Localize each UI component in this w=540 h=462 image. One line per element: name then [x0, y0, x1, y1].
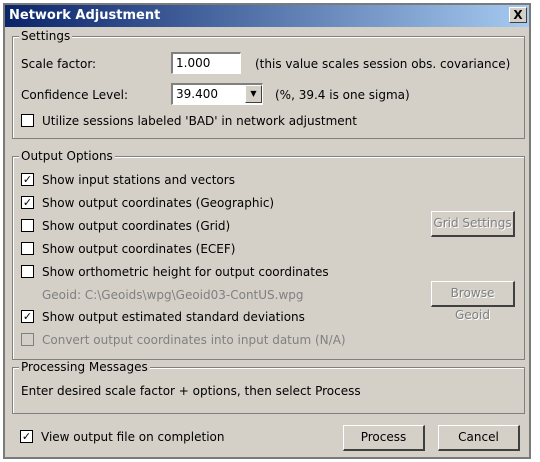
- view-output-checkbox[interactable]: ✓: [20, 430, 33, 443]
- settings-legend: Settings: [19, 29, 73, 43]
- option-input-stations-row[interactable]: ✓ Show input stations and vectors: [21, 173, 235, 187]
- process-button[interactable]: Process: [343, 425, 425, 451]
- title-bar[interactable]: Network Adjustment X: [5, 5, 529, 27]
- output-options-legend: Output Options: [19, 149, 115, 163]
- confidence-level-hint: (%, 39.4 is one sigma): [275, 88, 410, 102]
- option-ecef-label: Show output coordinates (ECEF): [42, 242, 236, 256]
- option-ecef-row[interactable]: Show output coordinates (ECEF): [21, 242, 235, 256]
- option-geographic-label: Show output coordinates (Geographic): [42, 196, 275, 210]
- option-orthometric-row[interactable]: Show orthometric height for output coord…: [21, 265, 329, 279]
- cancel-button[interactable]: Cancel: [438, 425, 520, 451]
- option-ecef-checkbox[interactable]: [21, 242, 34, 255]
- option-convert-datum-row: Convert output coordinates into input da…: [21, 333, 346, 347]
- utilize-bad-label: Utilize sessions labeled 'BAD' in networ…: [42, 114, 357, 128]
- option-input-stations-checkbox[interactable]: ✓: [21, 173, 34, 186]
- confidence-level-combo[interactable]: 39.400 ▼: [171, 83, 263, 105]
- option-grid-row[interactable]: Show output coordinates (Grid): [21, 219, 230, 233]
- output-options-group: Output Options ✓ Show input stations and …: [12, 149, 525, 360]
- confidence-level-label: Confidence Level:: [21, 88, 129, 102]
- processing-message-text: Enter desired scale factor + options, th…: [21, 384, 361, 398]
- dialog-title: Network Adjustment: [9, 8, 161, 23]
- settings-group: Settings Scale factor: 1.000 (this value…: [12, 29, 525, 139]
- option-input-stations-label: Show input stations and vectors: [42, 173, 235, 187]
- option-orthometric-checkbox[interactable]: [21, 265, 34, 278]
- confidence-level-value: 39.400: [176, 87, 218, 101]
- grid-settings-button[interactable]: Grid Settings: [431, 211, 515, 237]
- option-grid-checkbox[interactable]: [21, 219, 34, 232]
- option-geographic-checkbox[interactable]: ✓: [21, 196, 34, 209]
- scale-factor-input[interactable]: 1.000: [171, 52, 241, 74]
- dropdown-arrow-icon[interactable]: ▼: [245, 85, 262, 103]
- geoid-path-text: Geoid: C:\Geoids\wpg\Geoid03-ContUS.wpg: [42, 288, 304, 302]
- browse-geoid-button[interactable]: Browse Geoid: [431, 281, 515, 322]
- option-std-dev-label: Show output estimated standard deviation…: [42, 310, 305, 324]
- option-grid-label: Show output coordinates (Grid): [42, 219, 231, 233]
- option-convert-datum-checkbox: [21, 333, 34, 346]
- network-adjustment-dialog: Network Adjustment X Settings Scale fact…: [3, 3, 531, 459]
- scale-factor-label: Scale factor:: [21, 57, 97, 71]
- option-geographic-row[interactable]: ✓ Show output coordinates (Geographic): [21, 196, 274, 210]
- processing-messages-group: Processing Messages Enter desired scale …: [12, 360, 525, 414]
- option-orthometric-label: Show orthometric height for output coord…: [42, 265, 329, 279]
- option-std-dev-row[interactable]: ✓ Show output estimated standard deviatio…: [21, 310, 305, 324]
- option-std-dev-checkbox[interactable]: ✓: [21, 310, 34, 323]
- view-output-label: View output file on completion: [41, 430, 225, 444]
- view-output-row[interactable]: ✓ View output file on completion: [20, 430, 225, 444]
- close-button[interactable]: X: [509, 7, 527, 23]
- utilize-bad-checkbox-row[interactable]: Utilize sessions labeled 'BAD' in networ…: [21, 114, 357, 128]
- processing-messages-legend: Processing Messages: [19, 360, 150, 374]
- option-convert-datum-label: Convert output coordinates into input da…: [42, 333, 346, 347]
- utilize-bad-checkbox[interactable]: [21, 114, 34, 127]
- scale-factor-hint: (this value scales session obs. covarian…: [255, 57, 511, 71]
